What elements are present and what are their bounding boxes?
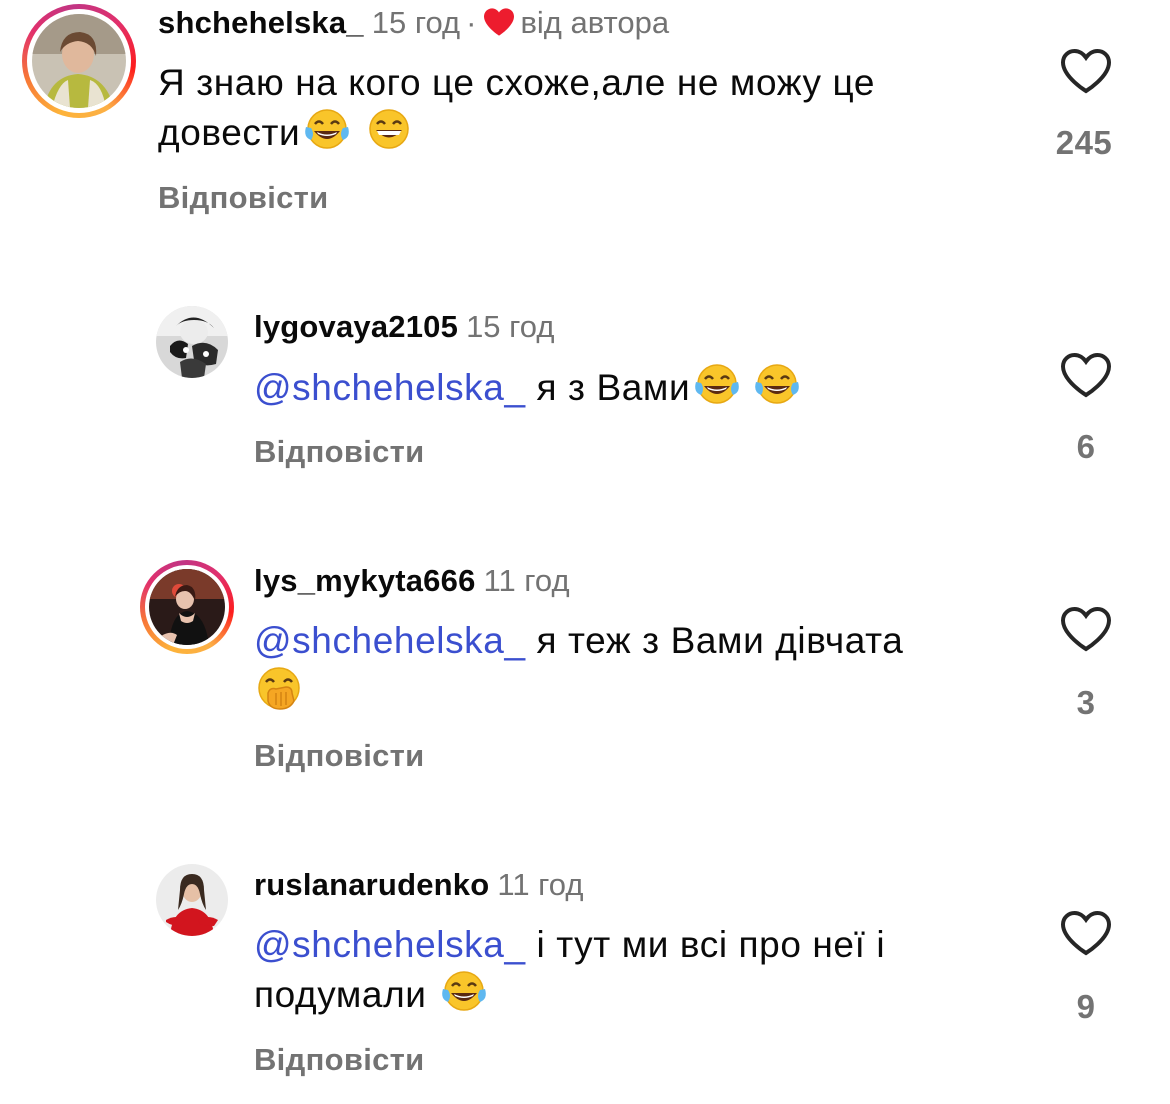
comment-meta: lys_mykyta666 11 год	[254, 562, 570, 600]
like-button[interactable]	[1060, 352, 1112, 398]
comment-body: я теж з Вами дівчата	[536, 620, 904, 661]
heart-filled-icon	[482, 7, 516, 46]
heart-outline-icon	[1060, 352, 1112, 402]
like-button[interactable]	[1060, 48, 1112, 94]
username[interactable]: lygovaya2105	[254, 309, 458, 344]
reply-button[interactable]: Відповісти	[254, 1042, 425, 1078]
author-badge-label: від автора	[520, 5, 670, 40]
heart-outline-icon	[1060, 606, 1112, 656]
timestamp: 15 год	[371, 5, 461, 40]
mention-link[interactable]: @shchehelska_	[254, 367, 526, 408]
like-count: 6	[1076, 428, 1096, 465]
timestamp: 11 год	[483, 563, 570, 598]
avatar[interactable]	[156, 306, 228, 378]
comment-item: shchehelska_ 15 год · від автора Я знаю на …	[0, 0, 1170, 240]
face-with-tears-of-joy-icon	[302, 107, 352, 163]
username[interactable]: lys_mykyta666	[254, 563, 476, 598]
heart-outline-icon	[1060, 910, 1112, 960]
heart-outline-icon	[1060, 48, 1112, 98]
comment-text: @shchehelska_ я з Вами	[254, 362, 1034, 418]
like-button[interactable]	[1060, 910, 1112, 956]
mention-link[interactable]: @shchehelska_	[254, 620, 526, 661]
face-with-tears-of-joy-icon	[439, 969, 489, 1025]
avatar	[149, 569, 225, 645]
mention-link[interactable]: @shchehelska_	[254, 924, 526, 965]
timestamp: 11 год	[497, 867, 584, 902]
comment-meta: ruslanarudenko 11 год	[254, 866, 583, 904]
reply-button[interactable]: Відповісти	[254, 434, 425, 470]
like-count: 9	[1076, 988, 1096, 1025]
like-count: 245	[1055, 124, 1113, 161]
avatar-story-ring[interactable]	[140, 560, 234, 654]
comment-text: @shchehelska_ я теж з Вами дівчата	[254, 616, 1034, 725]
comment-text: @shchehelska_ і тут ми всі про неї і под…	[254, 920, 1034, 1025]
comment-body: я з Вами	[536, 367, 691, 408]
username[interactable]: ruslanarudenko	[254, 867, 489, 902]
grinning-face-with-smiling-eyes-icon	[364, 107, 414, 163]
separator-dot: ·	[466, 5, 477, 40]
reply-button[interactable]: Відповісти	[158, 180, 329, 216]
username[interactable]: shchehelska_	[158, 5, 364, 40]
liked-by-author-badge: від автора	[482, 5, 669, 40]
avatar-story-ring[interactable]	[22, 4, 136, 118]
avatar[interactable]	[156, 864, 228, 936]
timestamp: 15 год	[466, 309, 555, 344]
comment-meta: shchehelska_ 15 год · від автора	[158, 4, 669, 46]
comment-text: Я знаю на кого це схоже,але не можу це д…	[158, 58, 1028, 163]
like-count: 3	[1076, 684, 1096, 721]
face-with-tears-of-joy-icon	[752, 362, 802, 418]
reply-button[interactable]: Відповісти	[254, 738, 425, 774]
comment-body: Я знаю на кого це схоже,але не можу це д…	[158, 62, 876, 153]
face-with-tears-of-joy-icon	[692, 362, 742, 418]
avatar	[32, 14, 126, 108]
face-with-hand-over-mouth-icon	[254, 665, 304, 725]
like-button[interactable]	[1060, 606, 1112, 652]
comment-meta: lygovaya2105 15 год	[254, 308, 554, 346]
